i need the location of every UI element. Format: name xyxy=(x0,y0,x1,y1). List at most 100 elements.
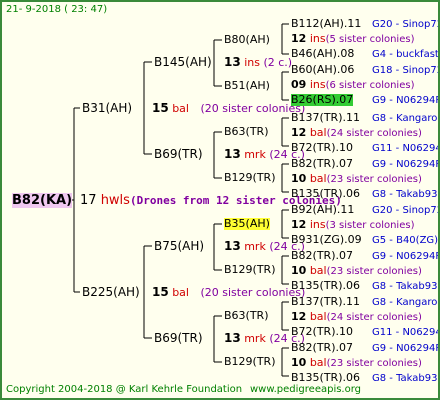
queen-a-note: (20 sister colonies) xyxy=(200,102,306,115)
leaf-note: (23 sister colonies) xyxy=(326,266,422,277)
leaf-note: (23 sister colonies) xyxy=(326,174,422,185)
leaf-top-tag: G20 - Sinop72R xyxy=(372,19,438,30)
pedigree-frame: 21- 9-2018 ( 23: 47) Copyright 2004-2018… xyxy=(0,0,440,400)
leaf-top-tag: G20 - Sinop72R xyxy=(372,205,438,216)
leaf-top-code[interactable]: B82(TR).07 xyxy=(291,250,353,262)
root-breed: hwls xyxy=(100,193,130,208)
leaf-generation: 10 xyxy=(291,356,307,369)
gen3-node-2[interactable]: B51(AH) xyxy=(224,80,270,92)
leaf-top-code[interactable]: B82(TR).07 xyxy=(291,342,353,354)
leaf-top-code[interactable]: B82(TR).07 xyxy=(291,158,353,170)
leaf-breed: bal xyxy=(309,172,327,185)
queen-a-generation: 15 xyxy=(152,101,169,115)
gen3-node-7[interactable]: B63(TR) xyxy=(224,310,269,322)
queen-b-code[interactable]: B225(AH) xyxy=(82,286,140,299)
leaf-bottom-tag: G5 - B40(ZG) xyxy=(372,235,439,246)
leaf-breed: bal xyxy=(309,264,327,277)
leaf-breed: bal xyxy=(309,126,327,139)
root-queen-code[interactable]: B82(KA) xyxy=(12,193,73,208)
queen-a-code[interactable]: B31(AH) xyxy=(82,102,132,115)
queen-b-breed: bal xyxy=(172,286,189,299)
leaf-note: (23 sister colonies) xyxy=(326,358,422,369)
gen3-node-1[interactable]: B80(AH) xyxy=(224,34,270,46)
leaf-top-tag: G9 - N06294R xyxy=(372,343,440,354)
leaf-generation: 12 xyxy=(291,218,307,231)
queen-a-mother-code[interactable]: B145(AH) xyxy=(154,56,212,69)
leaf-top-code[interactable]: B137(TR).11 xyxy=(291,296,360,308)
copyright-text: Copyright 2004-2018 @ Karl Kehrle Founda… xyxy=(6,384,243,395)
leaf-bottom-code[interactable]: B72(TR).10 xyxy=(291,142,353,154)
queen-b-mother-code[interactable]: B75(AH) xyxy=(154,240,204,253)
leaf-bottom-code[interactable]: B135(TR).06 xyxy=(291,188,360,200)
root-generation: 17 xyxy=(80,193,97,208)
leaf-note: (6 sister colonies) xyxy=(325,80,415,91)
leaf-generation-label: 12 bal(24 sister colonies) xyxy=(291,127,422,140)
website-text: www.pedigreeapis.org xyxy=(250,384,362,395)
leaf-top-tag: G18 - Sinop72R xyxy=(372,65,438,76)
leaf-breed: ins xyxy=(309,78,326,91)
queen-b-father-code[interactable]: B69(TR) xyxy=(154,332,203,345)
leaf-generation: 12 xyxy=(291,310,307,323)
queen-b-father-breed: mrk xyxy=(244,332,266,345)
leaf-bottom-code[interactable]: B931(ZG).09 xyxy=(291,234,362,246)
leaf-top-code[interactable]: B137(TR).11 xyxy=(291,112,360,124)
leaf-generation: 10 xyxy=(291,264,307,277)
timestamp: 21- 9-2018 ( 23: 47) xyxy=(6,4,108,15)
gen3-node-3[interactable]: B63(TR) xyxy=(224,126,269,138)
leaf-bottom-code[interactable]: B135(TR).06 xyxy=(291,372,360,384)
queen-b-father-generation: 13 xyxy=(224,331,241,345)
leaf-breed: ins xyxy=(309,218,326,231)
queen-a-mother-generation-label: 13 ins (2 c.) xyxy=(224,56,292,69)
queen-b-mother-generation: 13 xyxy=(224,239,241,253)
leaf-generation: 12 xyxy=(291,126,307,139)
leaf-top-code[interactable]: B60(AH).06 xyxy=(291,64,354,76)
leaf-top-code[interactable]: B92(AH).11 xyxy=(291,204,354,216)
gen3-node-4[interactable]: B129(TR) xyxy=(224,172,276,184)
leaf-top-code[interactable]: B112(AH).11 xyxy=(291,18,361,30)
leaf-bottom-tag: G9 - N06294R xyxy=(372,95,440,106)
leaf-top-tag: G8 - Kangaroo98R xyxy=(372,297,438,308)
leaf-bottom-tag: G4 - buckfast no xyxy=(372,49,439,60)
queen-a-mother-generation: 13 xyxy=(224,55,241,69)
leaf-bottom-tag: G11 - N06294R xyxy=(372,327,438,338)
leaf-generation: 09 xyxy=(291,78,307,91)
leaf-note: (3 sister colonies) xyxy=(325,220,415,231)
leaf-top-tag: G9 - N06294R xyxy=(372,159,440,170)
queen-a-father-generation: 13 xyxy=(224,147,241,161)
leaf-generation-label: 10 bal(23 sister colonies) xyxy=(291,265,422,278)
leaf-generation-label: 12 ins(5 sister colonies) xyxy=(291,33,414,46)
leaf-bottom-code[interactable]: B72(TR).10 xyxy=(291,326,353,338)
queen-a-generation-label: 15 bal (20 sister colonies) xyxy=(152,102,305,115)
leaf-bottom-tag: G8 - Takab93aR xyxy=(372,281,438,292)
queen-b-note: (20 sister colonies) xyxy=(200,286,306,299)
queen-a-breed: bal xyxy=(172,102,189,115)
gen3-node-8[interactable]: B129(TR) xyxy=(224,356,276,368)
leaf-note: (5 sister colonies) xyxy=(325,34,415,45)
queen-b-mother-breed: mrk xyxy=(244,240,266,253)
leaf-bottom-code[interactable]: B135(TR).06 xyxy=(291,280,360,292)
queen-a-father-breed: mrk xyxy=(244,148,266,161)
leaf-generation-label: 12 bal(24 sister colonies) xyxy=(291,311,422,324)
gen3-node-6[interactable]: B129(TR) xyxy=(224,264,276,276)
leaf-top-tag: G9 - N06294R xyxy=(372,251,440,262)
leaf-generation-label: 10 bal(23 sister colonies) xyxy=(291,357,422,370)
leaf-breed: ins xyxy=(309,32,326,45)
leaf-generation: 10 xyxy=(291,172,307,185)
gen3-node-5[interactable]: B35(AH) xyxy=(224,218,270,230)
leaf-generation-label: 12 ins(3 sister colonies) xyxy=(291,219,414,232)
leaf-breed: bal xyxy=(309,356,327,369)
leaf-breed: bal xyxy=(309,310,327,323)
queen-a-mother-note: (2 c.) xyxy=(263,56,293,69)
queen-a-father-code[interactable]: B69(TR) xyxy=(154,148,203,161)
leaf-bottom-tag: G8 - Takab93aR xyxy=(372,373,438,384)
leaf-note: (24 sister colonies) xyxy=(326,128,422,139)
leaf-generation-label: 10 bal(23 sister colonies) xyxy=(291,173,422,186)
leaf-bottom-code[interactable]: B26(RS).07 xyxy=(291,94,354,106)
leaf-bottom-code[interactable]: B46(AH).08 xyxy=(291,48,354,60)
leaf-bottom-tag: G11 - N06294R xyxy=(372,143,438,154)
leaf-top-tag: G8 - Kangaroo98R xyxy=(372,113,438,124)
leaf-generation-label: 09 ins(6 sister colonies) xyxy=(291,79,414,92)
queen-b-generation-label: 15 bal (20 sister colonies) xyxy=(152,286,305,299)
queen-a-mother-breed: ins xyxy=(244,56,260,69)
queen-b-generation: 15 xyxy=(152,285,169,299)
